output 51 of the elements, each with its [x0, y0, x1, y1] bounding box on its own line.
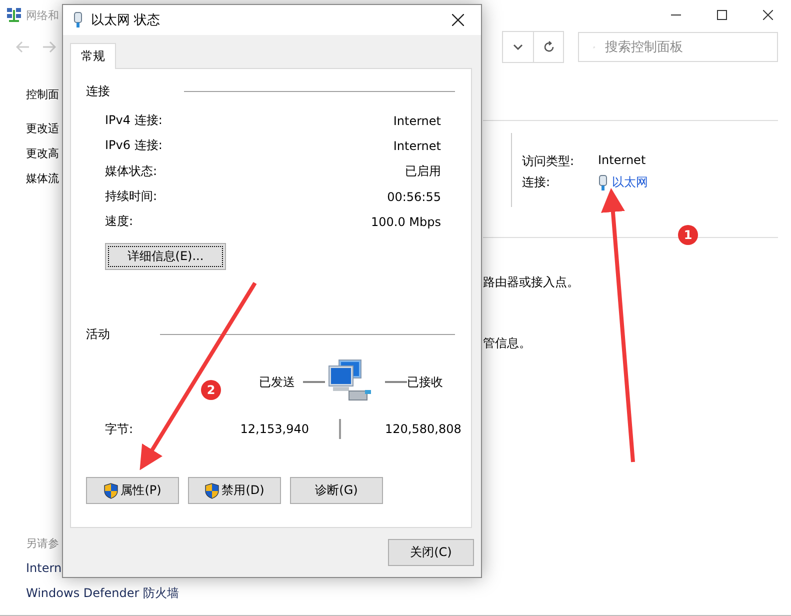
property-label: 持续时间: — [105, 188, 158, 206]
description-text: 管信息。 — [483, 335, 532, 351]
description-text: 路由器或接入点。 — [483, 274, 580, 290]
bytes-label: 字节: — [105, 420, 134, 438]
property-value: 100.0 Mbps — [370, 214, 441, 229]
sidebar-link[interactable]: 控制面 — [26, 82, 59, 107]
network-icon — [6, 7, 22, 23]
property-value: Internet — [393, 114, 441, 128]
see-also-heading: 另请参 — [26, 536, 59, 552]
action-button[interactable]: 禁用(D) — [188, 477, 281, 504]
bytes-sent: 12,153,940 — [239, 422, 310, 436]
property-label: IPv6 连接: — [105, 137, 162, 154]
sent-label: 已发送 — [259, 374, 295, 391]
sidebar-link[interactable]: 更改适 — [26, 116, 59, 141]
ethernet-icon — [598, 174, 608, 190]
shield-icon — [204, 482, 219, 499]
connection-link[interactable]: 以太网 — [598, 174, 778, 191]
property-value: 已启用 — [405, 162, 441, 180]
property-value: 00:56:55 — [387, 190, 441, 204]
search-input[interactable]: 搜索控制面板 — [603, 38, 777, 56]
property-label: 速度: — [105, 213, 134, 230]
property-label: IPv4 连接: — [105, 112, 162, 130]
tab[interactable]: 常规 — [70, 43, 116, 69]
step-badge: 1 — [678, 225, 698, 245]
connection-label: 连接: — [522, 174, 552, 191]
close-dialog-button[interactable]: 关闭(C) — [388, 539, 474, 566]
section-heading: 连接 — [86, 83, 110, 100]
ethernet-icon — [73, 12, 83, 28]
action-button[interactable]: 诊断(G) — [290, 477, 383, 504]
close-icon — [452, 14, 464, 26]
dialog-title: 以太网 状态 — [91, 12, 160, 29]
bytes-received: 120,580,808 — [385, 422, 462, 436]
see-also-link[interactable]: Windows Defender 防火墙 — [26, 581, 179, 606]
sidebar-link[interactable]: 更改高 — [26, 141, 59, 166]
shield-icon — [104, 482, 118, 499]
refresh-icon — [542, 41, 554, 53]
search-field[interactable]: 搜索控制面板 — [578, 32, 778, 62]
close-icon — [763, 10, 773, 20]
received-label: 已接收 — [407, 374, 443, 391]
details-button[interactable]: 详细信息(E)... — [105, 243, 226, 270]
property-label: 媒体状态: — [105, 162, 158, 180]
access-type-value: Internet — [598, 153, 647, 169]
property-value: Internet — [393, 138, 441, 153]
maximize-icon — [717, 10, 727, 20]
sidebar-link[interactable]: 媒体流 — [26, 166, 59, 191]
section-heading: 活动 — [86, 326, 110, 344]
action-button[interactable]: 属性(P) — [86, 477, 179, 504]
chevron-icon — [513, 44, 523, 50]
access-type-label: 访问类型: — [522, 153, 576, 170]
window-title: 网络和 — [26, 8, 59, 22]
see-also-link[interactable]: Intern — [26, 556, 62, 581]
